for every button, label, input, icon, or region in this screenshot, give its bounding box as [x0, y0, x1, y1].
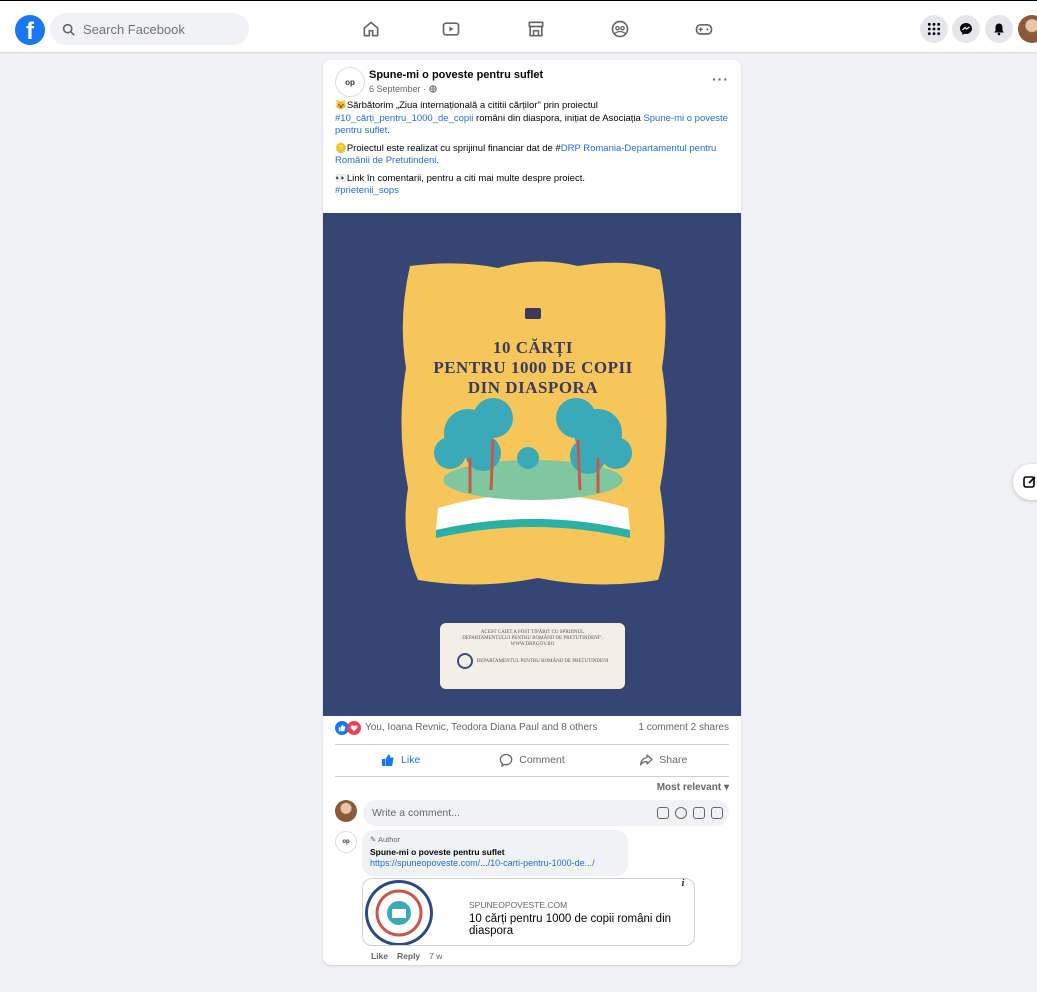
hashtag-link[interactable]: #prietenii_sops	[335, 185, 399, 196]
like-button[interactable]: Like	[335, 748, 466, 772]
reactions-summary[interactable]: You, Ioana Revnic, Teodora Diana Paul an…	[335, 721, 729, 739]
sponsor-note: ACEST CAIET A FOST TIPĂRIT CU SPRIJINUL …	[440, 623, 625, 689]
poster-title-line3: DIN DIASPORA	[467, 378, 599, 397]
text-span: Proiectul este realizat cu sprijinul fin…	[346, 142, 561, 154]
link-preview-card[interactable]: SPUNEOPOVESTE.COM 10 cărți pentru 1000 d…	[362, 878, 695, 946]
share-icon	[640, 754, 653, 766]
author-badge: ✎ Author	[370, 835, 620, 844]
caret-down-icon: ▾	[723, 782, 729, 793]
facebook-logo-icon[interactable]: f	[15, 15, 45, 45]
comment-reply-button[interactable]: Reply	[397, 951, 420, 961]
book-poster-illustration: 10 CĂRȚI PENTRU 1000 DE COPII DIN DIASPO…	[398, 258, 668, 588]
emoji: 😺	[335, 100, 347, 111]
post-text: 😺Sărbătorim „Ziua internațională a citit…	[335, 100, 729, 203]
text-span: Sărbătorim „Ziua internațională a cititi…	[346, 100, 598, 111]
menu-grid-icon[interactable]	[920, 15, 948, 43]
sponsor-org: DEPARTAMENTUL PENTRU ROMÂNII DE PRETUTIN…	[476, 659, 609, 665]
profile-avatar[interactable]	[1018, 15, 1037, 43]
divider	[335, 744, 729, 745]
share-label: Share	[659, 754, 688, 766]
share-button[interactable]: Share	[598, 748, 729, 772]
nav-groups-icon[interactable]	[608, 17, 632, 41]
camera-icon[interactable]	[693, 807, 705, 819]
globe-icon	[428, 85, 437, 93]
post-more-options-button[interactable]: ···	[712, 71, 729, 87]
new-message-button[interactable]	[1013, 464, 1037, 500]
link-title: 10 cărți pentru 1000 de copii români din…	[469, 913, 672, 937]
text-span: români din diaspora, inițiat de Asociați…	[473, 112, 644, 124]
post-date-text: 6 September ·	[369, 84, 429, 94]
poster-title-line1: 10 CĂRȚI	[492, 338, 574, 357]
top-navigation-bar: f	[0, 1, 1037, 52]
poster-background	[401, 261, 667, 585]
notifications-bell-icon[interactable]	[985, 15, 1013, 43]
comment-input[interactable]: Write a comment...	[363, 800, 729, 826]
sponsor-note-line3: WWW.DRP.GOV.RO	[510, 642, 555, 647]
avatar-sticker-icon[interactable]	[657, 807, 669, 819]
comment-sort-dropdown[interactable]: Most relevant ▾	[657, 782, 729, 793]
emoji: 👀	[335, 172, 347, 184]
reactors-list[interactable]: You, Ioana Revnic, Teodora Diana Paul an…	[365, 722, 597, 733]
love-reaction-icon	[347, 721, 361, 735]
text-span: .	[387, 125, 390, 136]
info-icon[interactable]: i	[676, 879, 690, 891]
drp-seal-icon	[456, 653, 473, 669]
divider	[335, 776, 729, 777]
link-preview-thumbnail	[365, 880, 433, 945]
nav-home-icon[interactable]	[359, 17, 383, 41]
post-header: op Spune-mi o poveste pentru suflet 6 Se…	[335, 67, 729, 103]
comment-label: Comment	[519, 754, 565, 766]
hashtag-link[interactable]: #10_cărți_pentru_1000_de_copii	[335, 113, 473, 124]
link-domain: SPUNEOPOVESTE.COM	[469, 900, 568, 910]
search-box[interactable]	[50, 13, 249, 45]
post-action-bar: Like Comment Share	[335, 748, 729, 772]
poster-title-line2: PENTRU 1000 DE COPII	[433, 358, 633, 377]
sort-label: Most relevant	[656, 782, 722, 793]
post-date[interactable]: 6 September ·	[369, 84, 437, 94]
compose-icon	[1023, 476, 1036, 488]
comment-link[interactable]: https://spuneopoveste.com/.../10-carti-p…	[370, 858, 620, 868]
thumbs-up-icon	[382, 754, 394, 766]
nav-marketplace-icon[interactable]	[524, 17, 548, 41]
like-label: Like	[401, 754, 421, 766]
comment-button[interactable]: Comment	[466, 748, 597, 772]
comment-bubble: ✎ Author Spune-mi o poveste pentru sufle…	[362, 830, 628, 876]
feed-post: op Spune-mi o poveste pentru suflet 6 Se…	[323, 60, 741, 965]
search-input[interactable]	[83, 21, 233, 37]
my-avatar	[335, 800, 357, 822]
pencil-icon: ✎	[370, 835, 377, 844]
comment-actions: Like Reply 7 w	[371, 951, 442, 961]
page-name-link[interactable]: Spune-mi o poveste pentru suflet	[369, 69, 543, 81]
comment-icon	[499, 753, 513, 767]
comment-like-button[interactable]: Like	[371, 951, 388, 961]
comments-shares-count[interactable]: 1 comment 2 shares	[638, 722, 729, 733]
comment-placeholder: Write a comment...	[372, 807, 460, 819]
gif-sticker-icon[interactable]	[711, 807, 723, 819]
emoji-icon[interactable]	[675, 807, 687, 819]
nav-video-icon[interactable]	[439, 17, 463, 41]
search-icon	[62, 23, 75, 36]
page-avatar[interactable]: op	[335, 67, 365, 97]
text-span: Link în comentarii, pentru a citi mai mu…	[346, 172, 585, 184]
comment-time[interactable]: 7 w	[429, 951, 442, 961]
messenger-icon[interactable]	[952, 15, 980, 43]
text-span: .	[436, 155, 440, 166]
comment-composer: Write a comment...	[335, 800, 729, 826]
author-badge-label: Author	[377, 835, 401, 844]
nav-gaming-icon[interactable]	[692, 17, 716, 41]
emoji: 🪙	[335, 142, 347, 154]
post-image[interactable]: 10 CĂRȚI PENTRU 1000 DE COPII DIN DIASPO…	[323, 213, 741, 716]
commenter-avatar[interactable]: op	[335, 831, 357, 853]
commenter-name[interactable]: Spune-mi o poveste pentru suflet	[370, 847, 620, 857]
